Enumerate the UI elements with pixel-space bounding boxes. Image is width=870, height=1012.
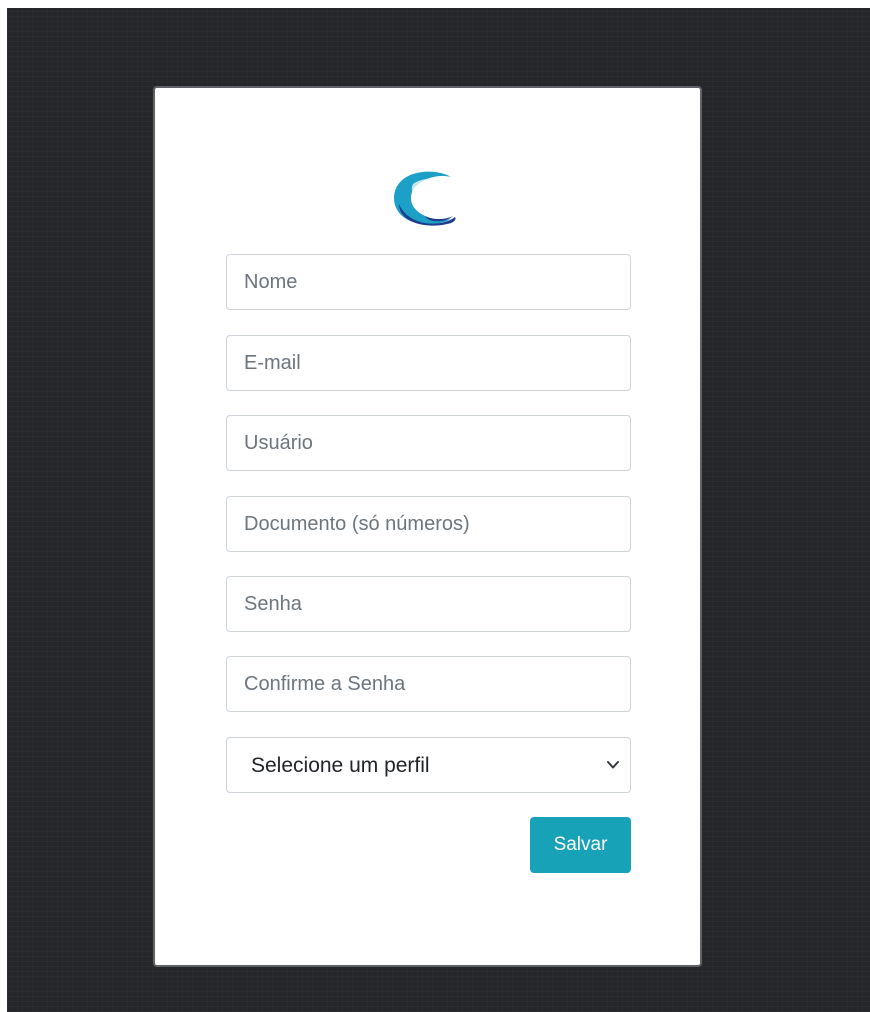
nome-field[interactable] <box>226 254 631 310</box>
documento-field[interactable] <box>226 496 631 552</box>
email-field[interactable] <box>226 335 631 391</box>
registration-card: Selecione um perfil Salvar <box>153 86 702 967</box>
chevron-down-icon <box>607 761 619 769</box>
save-button[interactable]: Salvar <box>530 817 631 873</box>
confirme-senha-field[interactable] <box>226 656 631 712</box>
perfil-select-value: Selecione um perfil <box>251 754 430 777</box>
company-logo-icon <box>394 171 456 226</box>
perfil-select[interactable]: Selecione um perfil <box>226 737 631 793</box>
senha-field[interactable] <box>226 576 631 632</box>
usuario-field[interactable] <box>226 415 631 471</box>
